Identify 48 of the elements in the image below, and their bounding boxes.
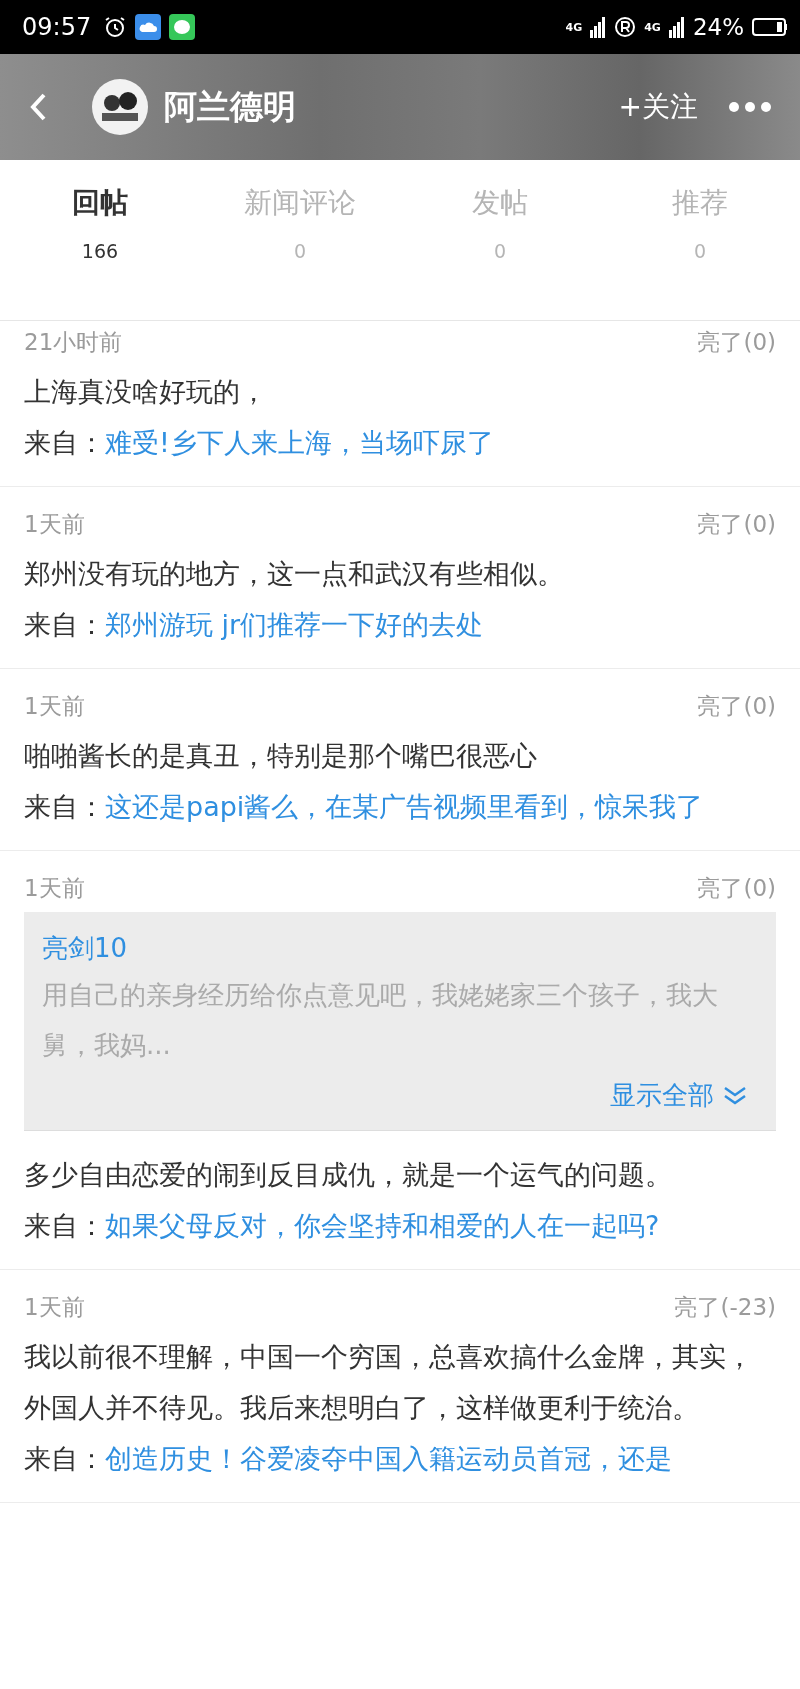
weather-icon (135, 14, 162, 40)
like-count[interactable]: 亮了(0) (697, 873, 776, 904)
battery-icon (752, 17, 788, 37)
network-label: 4G (565, 20, 583, 34)
back-icon[interactable] (28, 92, 48, 122)
tab[interactable]: 新闻评论 0 (200, 160, 400, 320)
chevron-icon (722, 1085, 748, 1105)
quote-author[interactable]: 亮剑10 (42, 926, 758, 970)
show-all-link[interactable]: 显示全部 (610, 1070, 758, 1120)
network-label: 4G (644, 20, 661, 34)
post-time: 1天前 (24, 874, 85, 903)
post-text: 郑州没有玩的地方，这一点和武汉有些相似。 (24, 557, 565, 591)
like-count[interactable]: 亮了(0) (697, 509, 776, 540)
like-count[interactable]: 亮了(0) (697, 691, 776, 722)
source-line: 来自：难受!乡下人来上海，当场吓尿了 (24, 426, 495, 460)
post-text: 啪啪酱长的是真丑，特别是那个嘴巴很恶心 (24, 739, 538, 773)
signal-icon (668, 16, 685, 38)
quote-text: 用自己的亲身经历给你点意见吧，我姥姥家三个孩子，我大舅，我妈... (42, 979, 719, 1062)
thread-link[interactable]: 如果父母反对，你会坚持和相爱的人在一起吗? (105, 1210, 660, 1241)
post-time: 1天前 (24, 692, 85, 721)
roaming-icon (614, 16, 637, 38)
tab[interactable]: 回帖 166 (0, 160, 200, 320)
thread-link[interactable]: 创造历史！谷爱凌夺中国入籍运动员首冠，还是 (105, 1443, 672, 1474)
thread-link[interactable]: 这还是papi酱么，在某广告视频里看到，惊呆我了 (105, 791, 704, 822)
thread-link[interactable]: 郑州游玩 jr们推荐一下好的去处 (105, 609, 484, 640)
battery-percent: 24% (692, 14, 744, 40)
avatar (92, 79, 148, 135)
tab[interactable]: 推荐 0 (600, 160, 800, 320)
more-icon[interactable] (728, 101, 772, 113)
user-name: 阿兰德明 (164, 85, 296, 128)
post-time: 1天前 (24, 1293, 85, 1322)
post-time: 1天前 (24, 510, 85, 539)
source-line: 来自：创造历史！谷爱凌夺中国入籍运动员首冠，还是 (24, 1442, 673, 1476)
post-text: 多少自由恋爱的闹到反目成仇，就是一个运气的问题。 (24, 1158, 673, 1192)
signal-icon (590, 16, 607, 38)
tab[interactable]: 发帖 0 (400, 160, 600, 320)
follow-button[interactable]: +关注 (618, 88, 698, 126)
source-line: 来自：如果父母反对，你会坚持和相爱的人在一起吗? (24, 1209, 661, 1243)
clock-time: 09:57 (22, 13, 92, 41)
post-time: 21小时前 (24, 328, 123, 357)
message-icon (169, 14, 196, 40)
source-line: 来自：郑州游玩 jr们推荐一下好的去处 (24, 608, 485, 642)
post-text: 我以前很不理解，中国一个穷国，总喜欢搞什么金牌，其实，外国人并不待见。我后来想明白了，这样做更利于统治。 (24, 1340, 754, 1425)
source-line: 来自：这还是papi酱么，在某广告视频里看到，惊呆我了 (24, 790, 705, 824)
thread-link[interactable]: 难受!乡下人来上海，当场吓尿了 (105, 427, 494, 458)
like-count[interactable]: 亮了(0) (697, 327, 776, 358)
like-count[interactable]: 亮了(-23) (674, 1292, 776, 1323)
post-text: 上海真没啥好玩的， (24, 375, 268, 409)
